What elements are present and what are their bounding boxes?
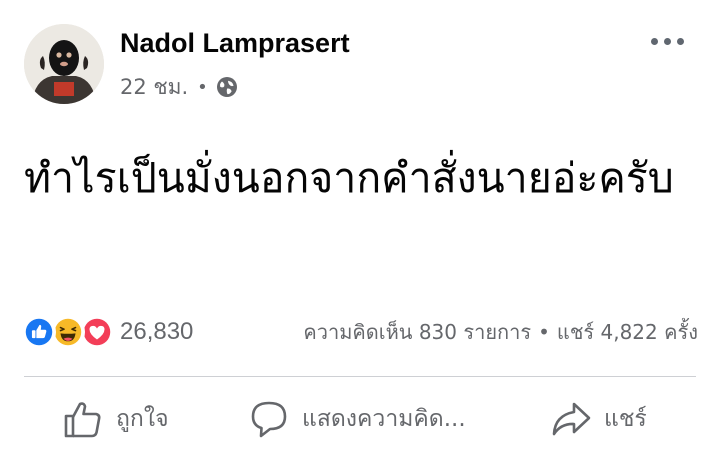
post-meta: 22 ชม. •	[120, 72, 238, 102]
globe-icon[interactable]	[216, 76, 238, 98]
engagement-counts: ความคิดเห็น 830 รายการ • แชร์ 4,822 ครั้…	[303, 316, 698, 348]
facebook-post: Nadol Lamprasert 22 ชม. • ทำไรเป็นมั่งนอ…	[0, 0, 720, 458]
stats-separator: •	[538, 320, 550, 344]
avatar-photo	[24, 24, 104, 104]
share-count[interactable]: แชร์ 4,822 ครั้ง	[557, 316, 698, 348]
comment-button[interactable]: แสดงความคิด...	[248, 384, 466, 454]
haha-reaction-icon	[51, 315, 85, 349]
love-reaction-icon	[80, 315, 114, 349]
comment-label: แสดงความคิด...	[302, 406, 466, 432]
meta-separator: •	[197, 76, 208, 98]
action-bar: ถูกใจ แสดงความคิด... แชร์	[0, 384, 720, 454]
more-horizontal-icon	[650, 37, 658, 45]
reaction-summary[interactable]	[22, 314, 114, 350]
divider	[24, 376, 696, 377]
reaction-count[interactable]: 26,830	[120, 318, 193, 346]
share-icon	[552, 402, 591, 436]
more-options-button[interactable]	[642, 26, 692, 56]
post-timestamp[interactable]: 22 ชม.	[120, 71, 188, 104]
like-button[interactable]: ถูกใจ	[62, 384, 169, 454]
author-avatar[interactable]	[24, 24, 104, 104]
like-label: ถูกใจ	[116, 406, 169, 432]
like-reaction-icon	[22, 315, 56, 349]
author-name[interactable]: Nadol Lamprasert	[120, 28, 350, 59]
share-button[interactable]: แชร์	[550, 384, 647, 454]
post-stats: 26,830 ความคิดเห็น 830 รายการ • แชร์ 4,8…	[22, 312, 698, 352]
thumbs-up-icon	[64, 402, 101, 438]
comment-icon	[251, 401, 287, 438]
comment-count[interactable]: ความคิดเห็น 830 รายการ	[303, 316, 531, 348]
post-text: ทำไรเป็นมั่งนอกจากคำสั่งนายอ่ะครับ	[24, 154, 674, 202]
share-label: แชร์	[604, 406, 647, 432]
